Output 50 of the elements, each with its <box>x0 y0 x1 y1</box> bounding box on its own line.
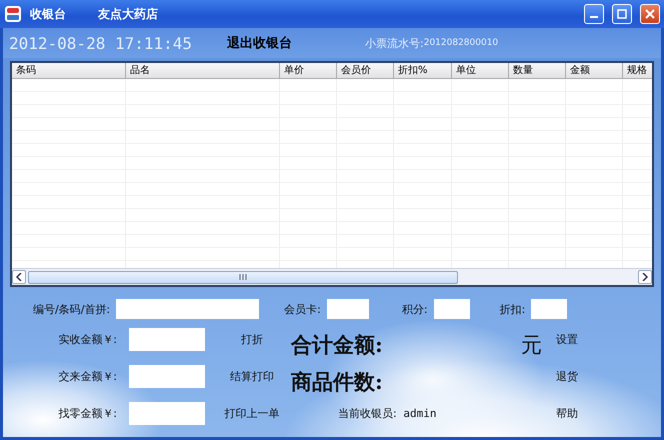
column-header[interactable]: 会员价 <box>337 63 394 78</box>
field-label: 积分: <box>402 302 428 316</box>
maximize-icon <box>617 9 627 19</box>
input-field[interactable] <box>116 299 260 319</box>
maximize-button[interactable] <box>612 4 632 24</box>
window-title: 收银台 <box>30 6 66 22</box>
receipt-number: 2012082800010 <box>424 38 498 48</box>
minimize-icon <box>590 16 598 18</box>
column-header[interactable]: 金额 <box>566 63 623 78</box>
action-button[interactable]: 打印上一单 <box>224 403 280 424</box>
input-field[interactable] <box>434 299 470 319</box>
column-header[interactable]: 单价 <box>280 63 337 78</box>
store-name: 友点大药店 <box>98 6 158 22</box>
minimize-button[interactable] <box>584 4 604 24</box>
close-button[interactable] <box>640 4 660 24</box>
column-header[interactable]: 品名 <box>126 63 280 78</box>
column-header[interactable]: 规格 <box>623 63 652 78</box>
input-field[interactable] <box>326 299 369 319</box>
field-label: 交来金额￥: <box>57 369 117 384</box>
scroll-left-button[interactable] <box>12 270 26 284</box>
input-field[interactable] <box>531 299 568 319</box>
item-count-label: 商品件数: <box>291 368 383 396</box>
close-icon <box>645 9 655 19</box>
side-button[interactable]: 退货 <box>556 366 578 387</box>
column-header[interactable]: 数量 <box>509 63 566 78</box>
action-button[interactable]: 结算打印 <box>230 366 274 387</box>
total-label: 合计金额: <box>291 330 383 358</box>
datetime-text: 2012-08-28 17:11:45 <box>9 34 194 52</box>
field-label: 实收金额￥: <box>57 332 117 347</box>
column-header[interactable]: 单位 <box>452 63 509 78</box>
action-button[interactable]: 打折 <box>241 329 263 350</box>
scroll-right-button[interactable] <box>638 270 652 284</box>
column-header[interactable]: 折扣% <box>394 63 452 78</box>
receipt-label: 小票流水号: <box>365 36 424 50</box>
field-label: 找零金额￥: <box>57 406 117 421</box>
side-button[interactable]: 设置 <box>556 329 578 350</box>
input-field[interactable] <box>129 328 205 351</box>
scrollbar-thumb[interactable] <box>28 270 458 284</box>
currency-unit: 元 <box>521 332 542 358</box>
field-label: 编号/条码/首拼: <box>33 302 110 316</box>
side-button[interactable]: 帮助 <box>556 403 578 424</box>
input-field[interactable] <box>129 402 205 425</box>
exit-button[interactable]: 退出收银台 <box>227 34 365 52</box>
cashier-text: 当前收银员: admin <box>338 406 438 421</box>
field-label: 折扣: <box>500 302 526 316</box>
app-icon <box>4 5 22 23</box>
column-header[interactable]: 条码 <box>12 63 126 78</box>
input-field[interactable] <box>129 365 205 388</box>
field-label: 会员卡: <box>284 302 321 316</box>
horizontal-scrollbar[interactable] <box>12 268 652 285</box>
